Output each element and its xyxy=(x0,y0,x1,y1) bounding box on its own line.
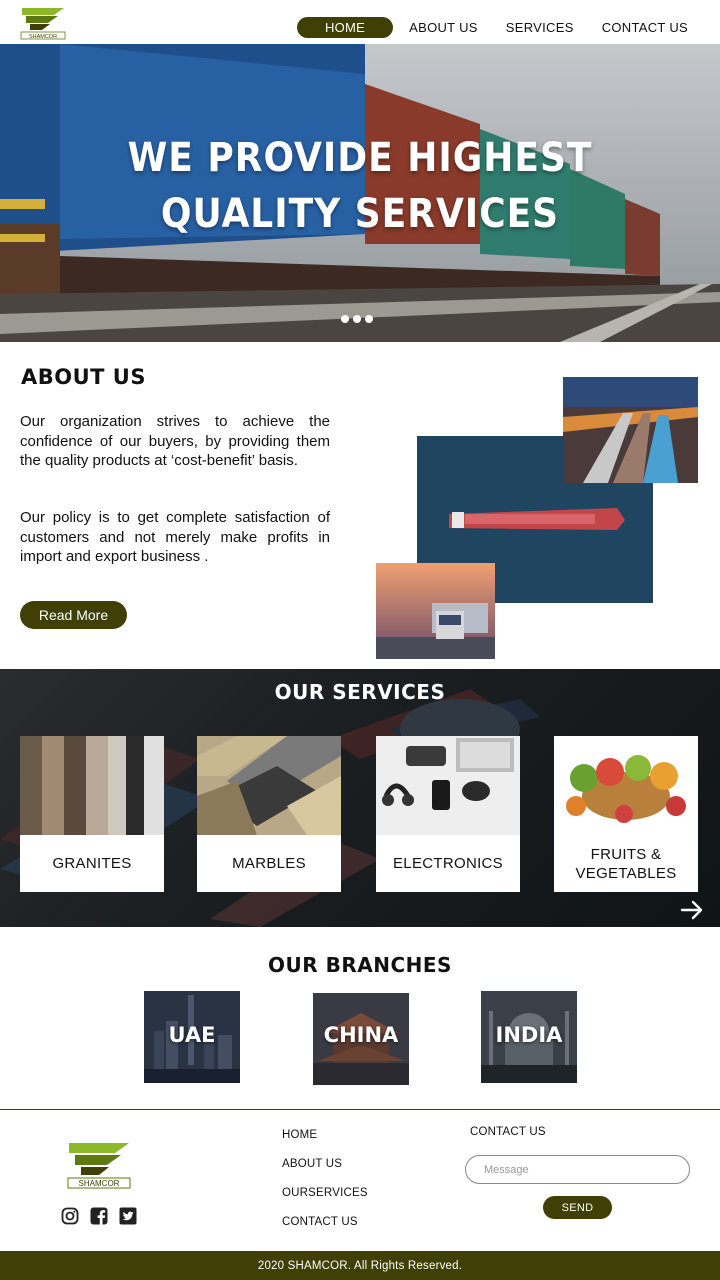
railyard-photo xyxy=(563,377,698,483)
site-header: SHAMCOR HOME ABOUT US SERVICES CONTACT U… xyxy=(0,0,720,44)
slider-dot[interactable] xyxy=(365,315,373,323)
service-label: FRUITS & VEGETABLES xyxy=(575,845,677,882)
granites-image xyxy=(20,736,164,835)
branch-label: CHINA xyxy=(323,1023,399,1047)
branch-india[interactable]: INDIA xyxy=(481,991,577,1083)
hero-banner: WE PROVIDE HIGHEST QUALITY SERVICES xyxy=(0,44,720,342)
shamcor-logo[interactable]: SHAMCOR xyxy=(20,6,66,40)
footer-divider xyxy=(0,1109,720,1110)
main-nav: HOME ABOUT US SERVICES CONTACT US xyxy=(296,17,702,38)
contact-heading: CONTACT US xyxy=(470,1126,546,1138)
hero-title: WE PROVIDE HIGHEST QUALITY SERVICES xyxy=(0,130,720,242)
instagram-icon[interactable] xyxy=(61,1207,79,1225)
copyright-bar: 2020 SHAMCOR. All Rights Reserved. xyxy=(0,1251,720,1280)
nav-services[interactable]: SERVICES xyxy=(492,17,588,38)
arrow-right-icon[interactable] xyxy=(680,898,704,922)
copyright-text: 2020 SHAMCOR. All Rights Reserved. xyxy=(257,1259,463,1272)
logo-text: SHAMCOR xyxy=(79,1179,120,1188)
branch-label: INDIA xyxy=(495,1023,563,1047)
branch-china[interactable]: CHINA xyxy=(313,993,409,1085)
facebook-icon[interactable] xyxy=(90,1207,108,1225)
branches-heading: OUR BRANCHES xyxy=(268,953,452,977)
branch-label: UAE xyxy=(168,1023,216,1047)
service-label: GRANITES xyxy=(52,855,132,872)
slider-dot[interactable] xyxy=(341,315,349,323)
nav-contact-us[interactable]: CONTACT US xyxy=(588,17,702,38)
service-card-electronics[interactable]: ELECTRONICS xyxy=(376,736,520,892)
about-paragraph-2: Our policy is to get complete satisfacti… xyxy=(20,509,330,565)
marbles-image xyxy=(197,736,341,835)
service-label: ELECTRONICS xyxy=(393,855,503,872)
logo-text: SHAMCOR xyxy=(29,34,57,40)
nav-home[interactable]: HOME xyxy=(296,17,394,38)
read-more-button[interactable]: Read More xyxy=(20,601,127,629)
message-input[interactable] xyxy=(465,1155,690,1184)
slider-dots xyxy=(341,315,373,323)
hero-title-line2: QUALITY SERVICES xyxy=(160,191,560,237)
service-card-granites[interactable]: GRANITES xyxy=(20,736,164,892)
service-card-fruits-vegetables[interactable]: FRUITS & VEGETABLES xyxy=(554,736,698,892)
send-button[interactable]: SEND xyxy=(543,1196,612,1219)
twitter-icon[interactable] xyxy=(119,1207,137,1225)
footer-link-contact-us[interactable]: CONTACT US xyxy=(282,1216,358,1228)
branch-uae[interactable]: UAE xyxy=(144,991,240,1083)
footer-link-home[interactable]: HOME xyxy=(282,1129,317,1141)
services-heading: OUR SERVICES xyxy=(274,680,446,704)
nav-about-us[interactable]: ABOUT US xyxy=(395,17,492,38)
service-card-marbles[interactable]: MARBLES xyxy=(197,736,341,892)
shamcor-logo-footer[interactable]: SHAMCOR xyxy=(67,1141,131,1189)
electronics-image xyxy=(376,736,520,835)
fruits-vegetables-image xyxy=(554,736,698,835)
footer-link-our-services[interactable]: OURSERVICES xyxy=(282,1187,368,1199)
about-heading: ABOUT US xyxy=(21,365,146,389)
footer-link-about-us[interactable]: ABOUT US xyxy=(282,1158,342,1170)
truck-photo xyxy=(376,563,495,659)
hero-title-line1: WE PROVIDE HIGHEST xyxy=(127,135,593,181)
about-paragraph-1: Our organization strives to achieve the … xyxy=(20,413,330,469)
slider-dot[interactable] xyxy=(353,315,361,323)
service-label: MARBLES xyxy=(232,855,306,872)
